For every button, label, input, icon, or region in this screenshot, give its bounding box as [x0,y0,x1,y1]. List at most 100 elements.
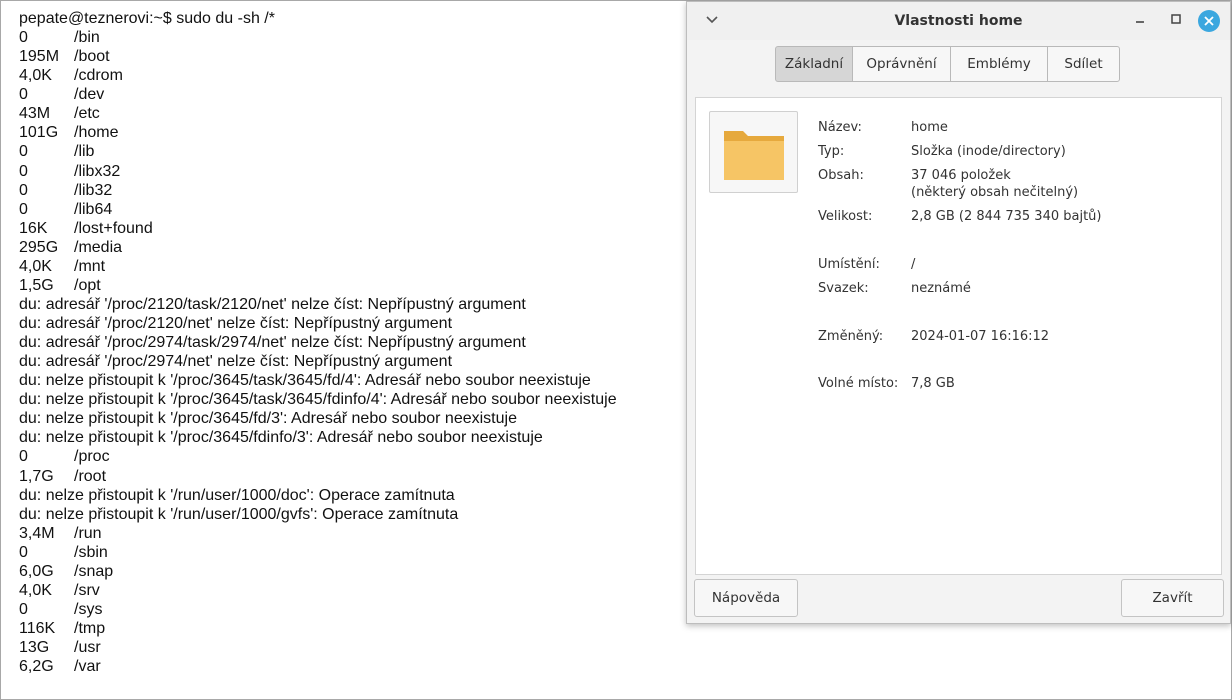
du-path: /var [74,658,101,676]
du-size: 6,2G [19,658,54,676]
size-label: Velikost: [818,209,873,224]
properties-dialog: Vlastnosti home Základní Oprávnění Emblé… [686,1,1231,624]
terminal-error-line: du: nelze přistoupit k '/proc/3645/task/… [19,391,617,409]
terminal-error-line: du: nelze přistoupit k '/proc/3645/fd/3'… [19,410,517,428]
du-path: /srv [74,581,100,599]
volume-value: neznámé [911,281,971,296]
du-size: 0 [19,543,28,561]
terminal-du-line: 0/sys [19,600,617,619]
terminal-du-line: 116K/tmp [19,619,617,638]
tab-emblems[interactable]: Emblémy [950,46,1048,82]
close-icon[interactable] [1198,10,1220,32]
du-size: 13G [19,639,50,657]
terminal-du-line: 0/lib32 [19,181,617,200]
du-size: 43M [19,105,51,123]
terminal-output: pepate@teznerovi:~$ sudo du -sh /* 0/bin 1… [19,9,617,676]
terminal-du-line: 1,7G/root [19,467,617,486]
terminal-du-line: 0/dev [19,85,617,104]
terminal-du-line: 4,0K/srv [19,581,617,600]
minimize-icon[interactable] [1131,12,1149,30]
terminal-du-line: 0/lib64 [19,200,617,219]
maximize-icon[interactable] [1167,12,1185,30]
du-path: /boot [74,48,110,66]
contents-value: 37 046 položek [911,168,1011,183]
terminal-prompt: pepate@teznerovi:~$ sudo du -sh /* [19,10,275,27]
type-label: Typ: [818,144,845,159]
dialog-titlebar[interactable]: Vlastnosti home [687,2,1230,40]
terminal-error-line: du: adresář '/proc/2974/task/2974/net' n… [19,334,526,352]
du-size: 101G [19,124,59,142]
du-path: /root [74,467,107,485]
du-size: 0 [19,86,28,104]
properties-panel: Název: home Typ: Složka (inode/directory… [695,97,1222,575]
du-path: /home [74,124,119,142]
du-path: /mnt [74,257,106,275]
terminal-du-line: 0/sbin [19,543,617,562]
free-space-label: Volné místo: [818,376,899,391]
du-size: 195M [19,48,60,66]
terminal-error-line: du: nelze přistoupit k '/proc/3645/task/… [19,372,591,390]
du-path: /run [74,524,102,542]
du-size: 0 [19,162,28,180]
du-path: /lib [74,143,95,161]
free-space-value: 7,8 GB [911,376,955,391]
terminal-du-line: 4,0K/mnt [19,257,617,276]
du-path: /proc [74,448,110,466]
du-size: 0 [19,448,28,466]
du-size: 4,0K [19,257,52,275]
close-button[interactable]: Zavřít [1121,579,1224,617]
terminal-error-line: du: adresář '/proc/2120/task/2120/net' n… [19,295,526,313]
du-size: 116K [19,620,56,637]
terminal-error-line: du: adresář '/proc/2974/net' nelze číst:… [19,353,453,371]
du-size: 6,0G [19,562,54,580]
folder-icon-button[interactable] [709,111,798,193]
du-size: 4,0K [19,67,52,85]
terminal-du-line: 6,0G/snap [19,562,617,581]
du-path: /opt [74,276,101,294]
tab-permissions[interactable]: Oprávnění [852,46,951,82]
du-size: 1,5G [19,276,54,294]
contents-label: Obsah: [818,168,864,183]
name-value: home [911,120,948,135]
terminal-du-line: 0/bin [19,28,617,47]
du-path: /bin [74,29,100,47]
tab-share[interactable]: Sdílet [1047,46,1120,82]
terminal-du-line: 43M/etc [19,104,617,123]
du-path: /media [74,238,123,256]
du-size: 3,4M [19,524,55,542]
terminal-du-line: 0/lib [19,142,617,161]
du-path: /etc [74,105,100,123]
type-value: Složka (inode/directory) [911,144,1066,159]
du-path: /cdrom [74,67,123,85]
terminal-du-line: 195M/boot [19,47,617,66]
du-size: 4,0K [19,581,52,599]
name-label: Název: [818,120,862,135]
terminal-du-line: 3,4M/run [19,524,617,543]
terminal-du-line: 295G/media [19,238,617,257]
terminal-error-line: du: nelze přistoupit k '/run/user/1000/g… [19,505,459,523]
du-path: /lib32 [74,181,113,199]
modified-value: 2024-01-07 16:16:12 [911,329,1050,344]
du-path: /sbin [74,543,108,561]
du-size: 0 [19,143,28,161]
size-value: 2,8 GB (2 844 735 340 bajtů) [911,209,1102,224]
du-path: /usr [74,639,101,657]
help-button[interactable]: Nápověda [694,579,798,617]
du-size: 295G [19,238,59,256]
du-path: /snap [74,562,114,580]
terminal-du-line: 16K/lost+found [19,219,617,238]
tab-basic[interactable]: Základní [775,46,853,82]
du-path: /tmp [74,620,106,637]
modified-label: Změněný: [818,329,884,344]
du-path: /lost+found [74,219,153,237]
folder-icon [724,131,784,180]
terminal-du-line: 0/libx32 [19,162,617,181]
terminal-du-line: 4,0K/cdrom [19,66,617,85]
terminal-du-line: 1,5G/opt [19,276,617,295]
volume-label: Svazek: [818,281,869,296]
du-size: 0 [19,600,28,618]
du-path: /lib64 [74,200,113,218]
location-label: Umístění: [818,257,880,272]
terminal-du-line: 0/proc [19,447,617,466]
tab-bar: Základní Oprávnění Emblémy Sdílet [775,46,1120,82]
